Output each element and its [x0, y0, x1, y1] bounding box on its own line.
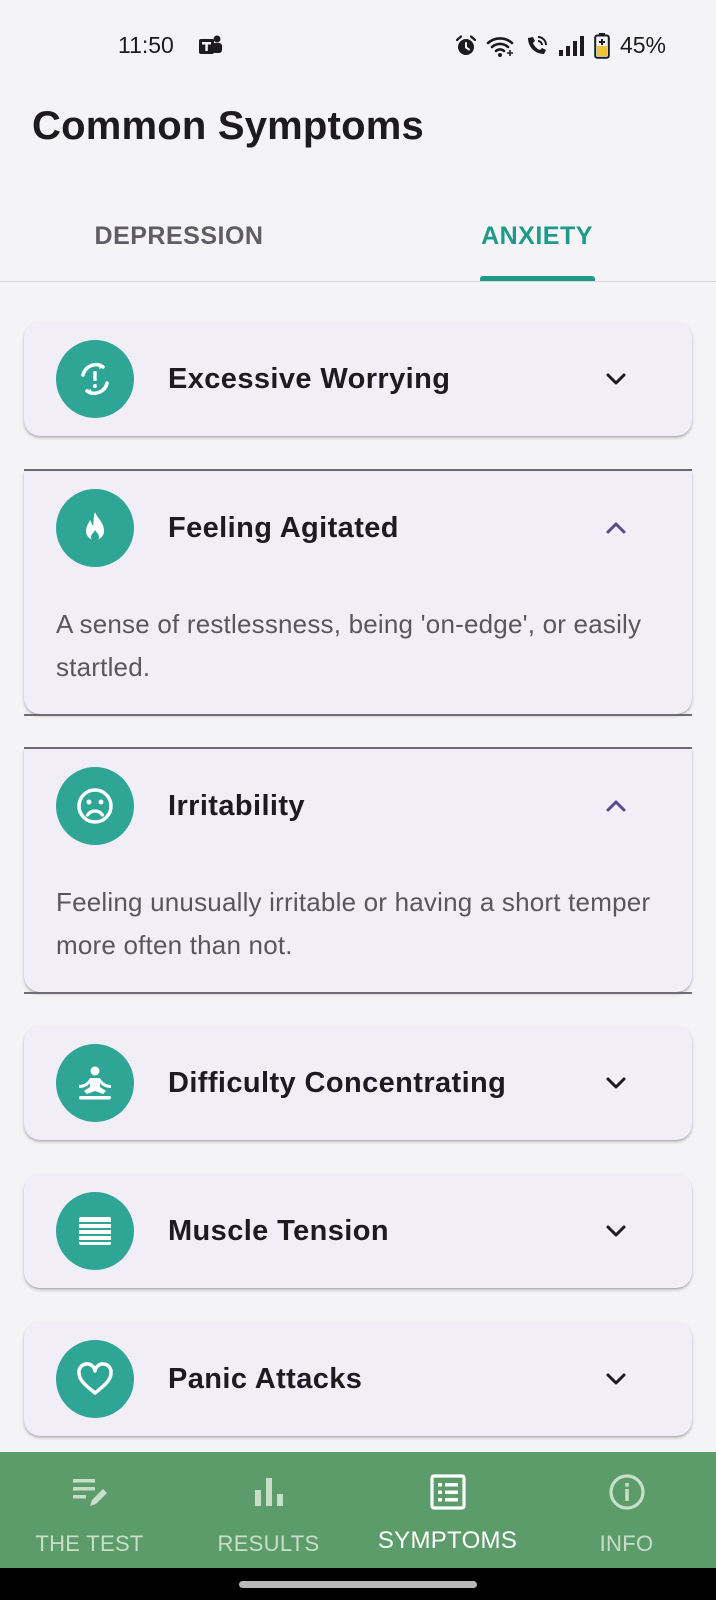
- app-bar: Common Symptoms: [0, 92, 716, 188]
- nav-item-results[interactable]: RESULTS: [179, 1452, 358, 1568]
- symptom-header-feeling-agitated[interactable]: Feeling Agitated: [24, 471, 692, 585]
- bottom-navigation: THE TEST RESULTS SYMPTOMS INFO: [0, 1452, 716, 1568]
- battery-charging-icon: [594, 32, 610, 59]
- symptom-title: Excessive Worrying: [168, 362, 451, 395]
- symptom-header-irritability[interactable]: Irritability: [24, 749, 692, 863]
- nav-label: THE TEST: [35, 1531, 144, 1556]
- symptom-card-excessive-worrying: Excessive Worrying: [24, 322, 692, 436]
- expanded-divider-bottom: [24, 714, 692, 716]
- status-time: 11:50: [118, 32, 174, 58]
- tension-lines-icon: [56, 1192, 134, 1270]
- tab-indicator: [480, 276, 595, 281]
- signal-icon: [558, 35, 584, 56]
- home-gesture-handle[interactable]: [239, 1581, 477, 1588]
- status-bar: 11:50 45%: [0, 0, 716, 92]
- system-gesture-area: [0, 1568, 716, 1600]
- symptom-header-excessive-worrying[interactable]: Excessive Worrying: [24, 322, 692, 436]
- chevron-down-icon[interactable]: [602, 365, 630, 393]
- symptom-title: Muscle Tension: [168, 1214, 389, 1247]
- symptom-card-difficulty-concentrating: Difficulty Concentrating: [24, 1026, 692, 1140]
- worry-cycle-icon: [56, 340, 134, 418]
- tab-bar: DEPRESSION ANXIETY: [0, 190, 716, 282]
- bar-chart-icon: [254, 1478, 283, 1506]
- nav-label: INFO: [599, 1531, 654, 1556]
- tab-depression[interactable]: DEPRESSION: [0, 190, 358, 282]
- symptom-description: A sense of restlessness, being 'on-edge'…: [56, 609, 642, 682]
- wifi-icon: [486, 36, 514, 57]
- symptom-title: Feeling Agitated: [168, 511, 399, 544]
- expanded-divider-bottom: [24, 992, 692, 994]
- alarm-icon: [455, 34, 477, 55]
- list-alt-icon: [429, 1474, 466, 1510]
- flame-icon: [56, 489, 134, 567]
- symptom-card-irritability: Irritability Feeling unusually irritable…: [24, 749, 692, 992]
- symptom-header-panic-attacks[interactable]: Panic Attacks: [24, 1322, 692, 1436]
- nav-label: SYMPTOMS: [377, 1527, 518, 1554]
- nav-item-info[interactable]: INFO: [537, 1452, 716, 1568]
- sad-face-icon: [56, 767, 134, 845]
- symptom-description: Feeling unusually irritable or having a …: [56, 887, 651, 960]
- chevron-up-icon[interactable]: [602, 792, 630, 820]
- symptom-header-muscle-tension[interactable]: Muscle Tension: [24, 1174, 692, 1288]
- symptom-card-panic-attacks: Panic Attacks: [24, 1322, 692, 1436]
- chevron-down-icon[interactable]: [602, 1069, 630, 1097]
- heart-icon: [56, 1340, 134, 1418]
- symptom-header-difficulty-concentrating[interactable]: Difficulty Concentrating: [24, 1026, 692, 1140]
- chevron-down-icon[interactable]: [602, 1365, 630, 1393]
- chevron-down-icon[interactable]: [602, 1217, 630, 1245]
- battery-percentage: 45%: [619, 32, 666, 58]
- wifi-call-icon: [527, 35, 547, 54]
- status-icons: 45%: [454, 32, 666, 59]
- nav-item-symptoms[interactable]: SYMPTOMS: [358, 1452, 537, 1568]
- edit-list-icon: [72, 1479, 107, 1506]
- symptom-card-feeling-agitated: Feeling Agitated A sense of restlessness…: [24, 471, 692, 714]
- symptom-title: Difficulty Concentrating: [168, 1066, 507, 1099]
- teams-icon: [199, 35, 222, 54]
- chevron-up-icon[interactable]: [602, 514, 630, 542]
- symptom-card-muscle-tension: Muscle Tension: [24, 1174, 692, 1288]
- info-icon: [608, 1474, 645, 1510]
- symptom-title: Panic Attacks: [168, 1362, 363, 1395]
- nav-item-the-test[interactable]: THE TEST: [0, 1452, 179, 1568]
- page-title: Common Symptoms: [32, 104, 424, 148]
- meditation-icon: [56, 1044, 134, 1122]
- nav-label: RESULTS: [217, 1531, 320, 1556]
- symptom-title: Irritability: [168, 789, 305, 822]
- tab-anxiety[interactable]: ANXIETY: [358, 190, 716, 282]
